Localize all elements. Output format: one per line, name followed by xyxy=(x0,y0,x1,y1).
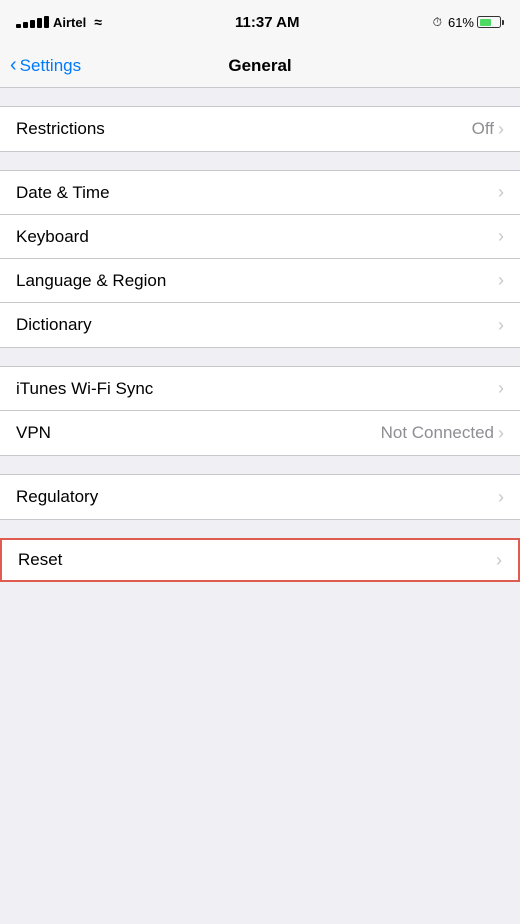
dictionary-item[interactable]: Dictionary › xyxy=(0,303,520,347)
status-left: Airtel ≈ xyxy=(16,14,102,30)
itunes-wifi-sync-chevron-icon: › xyxy=(498,378,504,399)
signal-strength xyxy=(16,16,49,28)
lock-icon: ⏱ xyxy=(433,15,442,30)
vpn-chevron-icon: › xyxy=(498,423,504,444)
itunes-wifi-sync-label: iTunes Wi-Fi Sync xyxy=(16,379,153,399)
language-region-right: › xyxy=(498,270,504,291)
keyboard-right: › xyxy=(498,226,504,247)
battery-percent: 61% xyxy=(448,15,474,30)
status-bar: Airtel ≈ 11:37 AM ⏱ 61% xyxy=(0,0,520,44)
wifi-icon: ≈ xyxy=(94,14,102,30)
datetime-group: Date & Time › Keyboard › Language & Regi… xyxy=(0,170,520,348)
restrictions-chevron-icon: › xyxy=(498,119,504,140)
battery-indicator: 61% xyxy=(448,15,504,30)
dictionary-chevron-icon: › xyxy=(498,315,504,336)
status-right: ⏱ 61% xyxy=(433,15,504,30)
restrictions-right: Off › xyxy=(472,119,504,140)
regulatory-group: Regulatory › xyxy=(0,474,520,520)
restrictions-label: Restrictions xyxy=(16,119,105,139)
date-time-label: Date & Time xyxy=(16,183,110,203)
reset-item[interactable]: Reset › xyxy=(0,538,520,582)
restrictions-item[interactable]: Restrictions Off › xyxy=(0,107,520,151)
gap-2 xyxy=(0,348,520,366)
regulatory-right: › xyxy=(498,487,504,508)
itunes-wifi-sync-right: › xyxy=(498,378,504,399)
gap-4 xyxy=(0,520,520,538)
dictionary-right: › xyxy=(498,315,504,336)
restrictions-group: Restrictions Off › xyxy=(0,106,520,152)
regulatory-chevron-icon: › xyxy=(498,487,504,508)
reset-label: Reset xyxy=(18,550,62,570)
gap-1 xyxy=(0,152,520,170)
back-button-label: Settings xyxy=(20,56,81,76)
vpn-label: VPN xyxy=(16,423,51,443)
back-button[interactable]: ‹ Settings xyxy=(10,56,81,76)
regulatory-label: Regulatory xyxy=(16,487,98,507)
status-time: 11:37 AM xyxy=(235,14,299,31)
vpn-item[interactable]: VPN Not Connected › xyxy=(0,411,520,455)
keyboard-item[interactable]: Keyboard › xyxy=(0,215,520,259)
settings-content: Restrictions Off › Date & Time › Keyboar… xyxy=(0,88,520,582)
nav-bar: ‹ Settings General xyxy=(0,44,520,88)
language-region-label: Language & Region xyxy=(16,271,166,291)
date-time-right: › xyxy=(498,182,504,203)
date-time-item[interactable]: Date & Time › xyxy=(0,171,520,215)
itunes-wifi-sync-item[interactable]: iTunes Wi-Fi Sync › xyxy=(0,367,520,411)
page-title: General xyxy=(228,56,291,76)
carrier-label: Airtel xyxy=(53,15,86,30)
reset-chevron-icon: › xyxy=(496,550,502,571)
regulatory-item[interactable]: Regulatory › xyxy=(0,475,520,519)
top-gap xyxy=(0,88,520,106)
date-time-chevron-icon: › xyxy=(498,182,504,203)
keyboard-chevron-icon: › xyxy=(498,226,504,247)
language-region-item[interactable]: Language & Region › xyxy=(0,259,520,303)
back-chevron-icon: ‹ xyxy=(10,55,17,75)
vpn-value: Not Connected xyxy=(381,423,494,443)
reset-right: › xyxy=(496,550,502,571)
keyboard-label: Keyboard xyxy=(16,227,89,247)
vpn-group: iTunes Wi-Fi Sync › VPN Not Connected › xyxy=(0,366,520,456)
gap-3 xyxy=(0,456,520,474)
battery-icon xyxy=(477,16,504,28)
restrictions-value: Off xyxy=(472,119,494,139)
dictionary-label: Dictionary xyxy=(16,315,92,335)
language-region-chevron-icon: › xyxy=(498,270,504,291)
vpn-right: Not Connected › xyxy=(381,423,504,444)
